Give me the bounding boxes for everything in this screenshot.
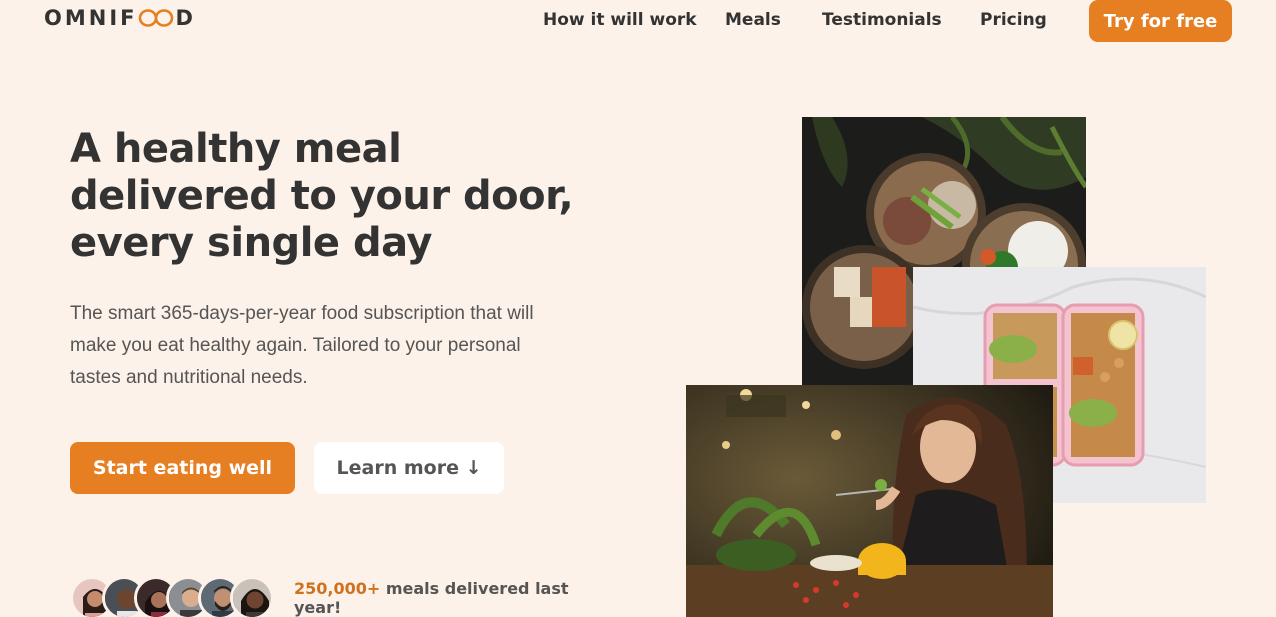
nav-link-testimonials[interactable]: Testimonials xyxy=(822,10,942,30)
meals-delivered-text: 250,000+ meals delivered last year! xyxy=(294,579,584,617)
site-header: OMNIF D How it will work Meals Testimoni… xyxy=(0,0,1276,44)
hero-image-woman-eating xyxy=(686,385,1053,617)
nav-link-how-it-works[interactable]: How it will work xyxy=(543,10,697,30)
hero-title: A healthy meal delivered to your door, e… xyxy=(70,126,574,266)
start-eating-well-button[interactable]: Start eating well xyxy=(70,442,295,494)
learn-more-button[interactable]: Learn more ↓ xyxy=(314,442,504,494)
hero-description: The smart 365-days-per-year food subscri… xyxy=(70,303,534,388)
main-nav: How it will work Meals Testimonials Pric… xyxy=(0,0,1276,44)
nav-link-pricing[interactable]: Pricing xyxy=(980,10,1047,30)
customer-avatar xyxy=(230,576,274,617)
try-for-free-button[interactable]: Try for free xyxy=(1089,0,1232,42)
meals-delivered-count: 250,000+ xyxy=(294,579,381,598)
nav-link-meals[interactable]: Meals xyxy=(725,10,781,30)
